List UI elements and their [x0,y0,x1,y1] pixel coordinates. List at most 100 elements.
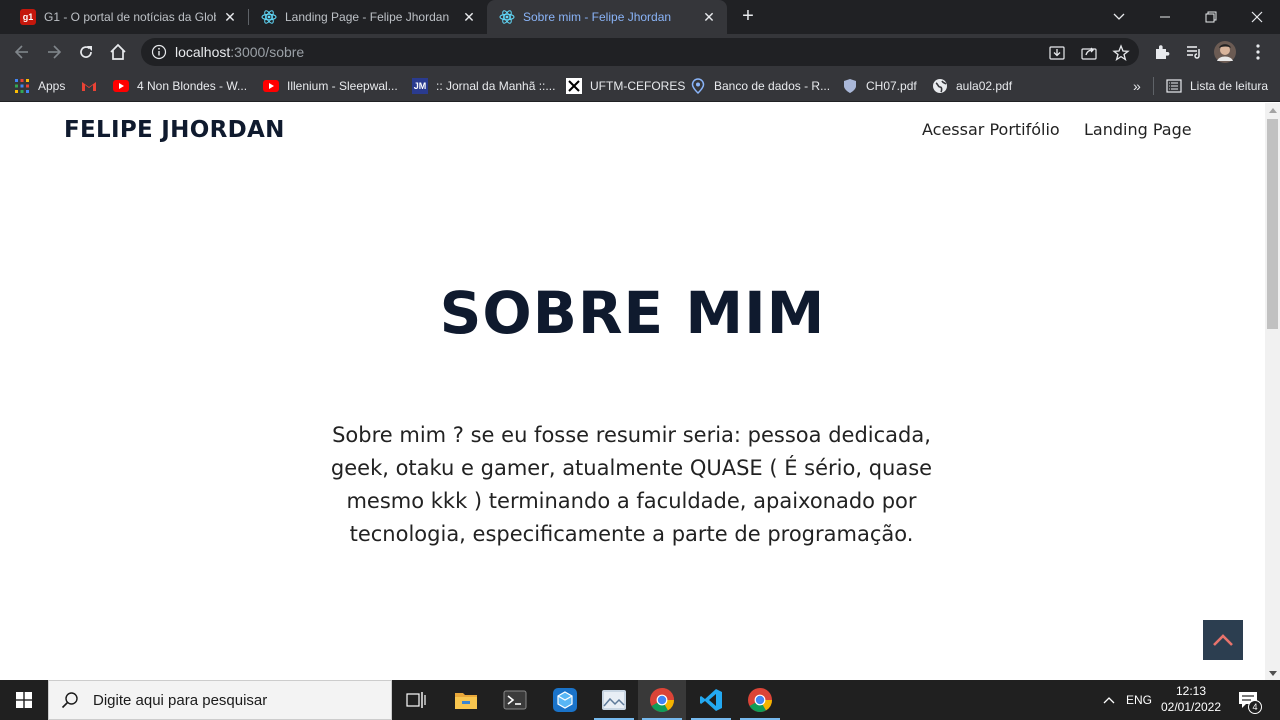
vscode-app[interactable] [687,680,735,720]
clock-date: 02/01/2022 [1160,700,1222,714]
bookmark-label: Illenium - Sleepwal... [287,79,398,93]
extensions-icon[interactable] [1150,40,1174,64]
image-viewer-icon [602,690,626,710]
cube-app-icon [553,688,577,712]
close-window-icon[interactable] [1234,0,1280,34]
system-clock[interactable]: 12:13 02/01/2022 [1158,683,1224,715]
g1-icon: g1 [20,9,36,25]
site-info-icon[interactable] [151,44,167,60]
youtube-icon [113,78,129,94]
reading-list-queue-icon[interactable] [1182,40,1206,64]
close-icon[interactable]: ✕ [461,9,477,25]
browser-toolbar: localhost:3000/sobre [0,34,1280,70]
terminal-icon [503,690,527,710]
bookmark-label: UFTM-CEFORES [590,79,686,93]
chrome-app-2[interactable] [736,680,784,720]
youtube-icon [263,78,279,94]
terminal-app[interactable] [491,680,539,720]
bookmark-aula02-pdf[interactable]: aula02.pdf [932,76,1012,96]
photos-app[interactable] [590,680,638,720]
bookmarks-bar: Apps 4 Non Blondes - W... Illenium - Sle… [0,70,1280,102]
forward-icon[interactable] [42,40,66,64]
notification-center-button[interactable]: 4 [1236,680,1262,720]
map-pin-icon [690,78,706,94]
shield-icon [842,78,858,94]
tab-title: Sobre mim - Felipe Jhordan [523,10,672,24]
site-brand[interactable]: FELIPE JHORDAN [64,117,285,143]
page-title: SOBRE MIM [439,279,826,347]
reading-list-label: Lista de leitura [1190,79,1269,93]
chevron-up-icon [1213,634,1233,646]
show-hidden-icons-chevron-icon[interactable] [1100,680,1118,720]
folder-icon [455,693,477,709]
app-3d-icon-button[interactable] [541,680,589,720]
jm-icon: JM [412,78,428,94]
url-path: :3000/sobre [230,44,305,60]
share-icon[interactable] [1080,44,1098,62]
scroll-up-icon[interactable] [1269,108,1277,113]
bookmark-gmail[interactable] [81,76,105,96]
tab-title: Landing Page - Felipe Jhordan [285,10,450,24]
chrome-app[interactable] [638,680,686,720]
file-explorer-app[interactable] [442,680,490,720]
restore-icon[interactable] [1188,0,1234,34]
tab-sobre-mim[interactable]: Sobre mim - Felipe Jhordan ✕ [487,0,727,34]
taskbar-search-input[interactable]: Digite aqui para pesquisar [48,680,392,720]
gmail-icon [81,78,97,94]
install-app-icon[interactable] [1048,44,1066,62]
bookmark-banco-de-dados[interactable]: Banco de dados - R... [690,76,830,96]
tab-g1[interactable]: g1 G1 - O portal de notícias da Glob ✕ [8,0,248,34]
globe-icon [932,78,948,94]
profile-avatar[interactable] [1213,40,1237,64]
bookmark-apps[interactable]: Apps [14,76,65,96]
chrome-icon [650,688,674,713]
bookmark-jornal-da-manha[interactable]: JM :: Jornal da Manhã ::... [412,76,555,96]
more-bookmarks-icon[interactable]: » [1133,76,1141,96]
back-icon[interactable] [10,40,34,64]
close-icon[interactable]: ✕ [701,9,717,25]
clock-time: 12:13 [1175,684,1207,698]
browser-tab-strip: g1 G1 - O portal de notícias da Glob ✕ L… [0,0,1280,34]
more-menu-icon[interactable] [1246,40,1270,64]
home-icon[interactable] [106,40,130,64]
start-button[interactable] [0,680,48,720]
windows-taskbar: Digite aqui para pesquisar ENG 12:13 02/… [0,680,1280,720]
reload-icon[interactable] [74,40,98,64]
bookmark-illenium[interactable]: Illenium - Sleepwal... [263,76,398,96]
new-tab-button[interactable]: + [737,5,759,27]
bookmark-label: Banco de dados - R... [714,79,831,93]
page-scrollbar[interactable] [1265,103,1280,680]
windows-logo-icon [16,692,32,708]
scroll-down-icon[interactable] [1269,671,1277,676]
bookmark-divider [1153,77,1154,95]
bookmark-star-icon[interactable] [1112,44,1130,62]
bookmark-4-non-blondes[interactable]: 4 Non Blondes - W... [113,76,247,96]
bookmark-label: 4 Non Blondes - W... [137,79,248,93]
reading-list-button[interactable]: Lista de leitura [1166,76,1268,96]
bookmark-label: Apps [38,79,66,93]
bookmark-label: :: Jornal da Manhã ::... [436,79,556,93]
bookmark-label: CH07.pdf [866,79,917,93]
language-indicator[interactable]: ENG [1126,680,1152,720]
close-icon[interactable]: ✕ [222,9,238,25]
bookmark-label: aula02.pdf [956,79,1013,93]
search-placeholder: Digite aqui para pesquisar [93,691,268,709]
bookmark-uftm-cefores[interactable]: UFTM-CEFORES [566,76,685,96]
nav-link-landing-page[interactable]: Landing Page [1084,120,1192,139]
apps-grid-icon [14,78,30,94]
react-icon [499,9,515,25]
vscode-icon [700,689,722,711]
search-icon [61,692,78,709]
tab-search-icon[interactable] [1096,0,1142,34]
tab-landing-page[interactable]: Landing Page - Felipe Jhordan ✕ [249,0,487,34]
back-to-top-button[interactable] [1203,620,1243,660]
address-bar[interactable]: localhost:3000/sobre [141,38,1139,66]
nav-link-portfolio[interactable]: Acessar Portifólio [922,120,1060,139]
scrollbar-thumb[interactable] [1267,119,1278,329]
chrome-icon [748,688,772,713]
reading-list-icon [1166,78,1182,94]
bookmark-ch07-pdf[interactable]: CH07.pdf [842,76,917,96]
task-view-button[interactable] [392,680,440,720]
minimize-icon[interactable] [1142,0,1188,34]
url-text: localhost:3000/sobre [175,44,304,60]
